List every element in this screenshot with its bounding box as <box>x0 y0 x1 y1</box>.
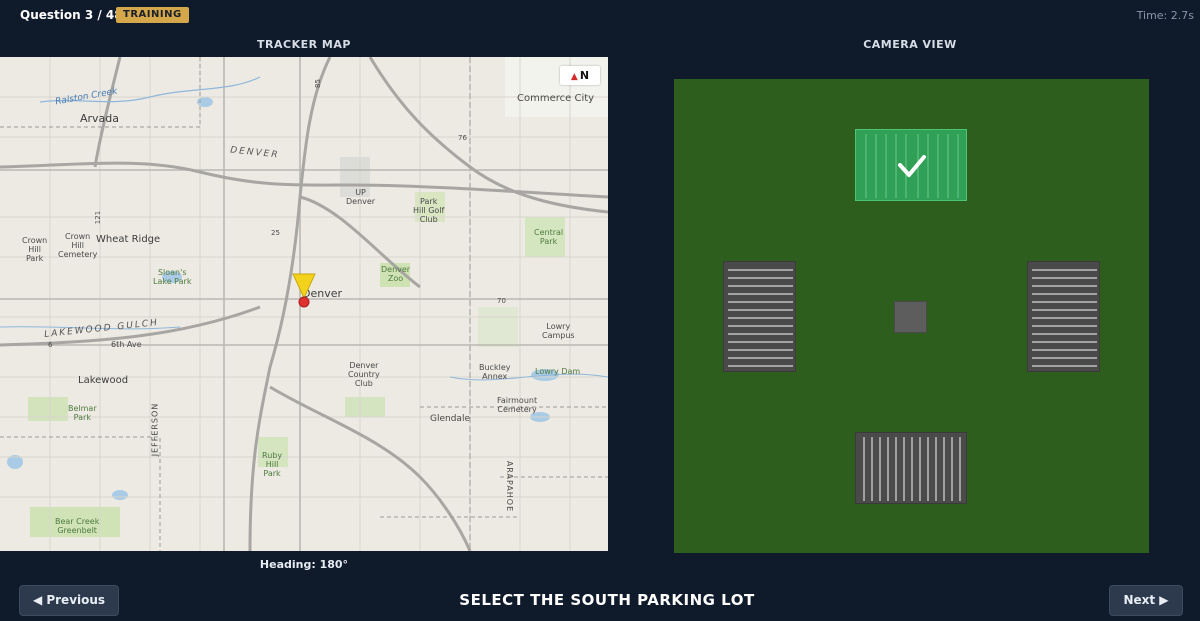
sports-field-selected[interactable] <box>855 129 967 201</box>
previous-button[interactable]: ◀ Previous <box>19 585 119 616</box>
camera-view <box>674 79 1149 553</box>
map-label-fairmount-cemetery: Fairmount Cemetery <box>497 396 538 414</box>
center-building <box>894 301 927 333</box>
map-label-route-76: 76 <box>458 134 467 142</box>
tracker-map-title: TRACKER MAP <box>257 38 351 51</box>
map-label-park-hill: Park Hill Golf Club <box>413 197 445 224</box>
map-label-arvada: Arvada <box>80 112 120 125</box>
tracker-map[interactable]: Ralston Creek Arvada Commerce City DENVE… <box>0 57 608 551</box>
position-marker-icon <box>292 273 316 308</box>
map-label-ruby-hill-park: Ruby Hill Park <box>262 451 283 478</box>
instruction-text: SELECT THE SOUTH PARKING LOT <box>459 591 755 609</box>
north-indicator: ▲ N <box>560 66 600 85</box>
map-label-bear-creek-greenbelt: Bear Creek Greenbelt <box>55 517 100 535</box>
map-label-route-25: 25 <box>271 229 280 237</box>
heading-readout: Heading: 180° <box>259 558 349 571</box>
map-label-route-121: 121 <box>94 210 103 225</box>
parking-lot-east[interactable] <box>1027 261 1100 372</box>
map-label-wheat-ridge: Wheat Ridge <box>96 234 161 245</box>
timer: Time: 2.7s <box>1136 9 1194 22</box>
map-label-route-70: 70 <box>497 297 506 305</box>
map-label-glendale: Glendale <box>430 414 470 424</box>
map-label-sloans-lake: Sloan's Lake Park <box>153 268 192 286</box>
parking-lot-south[interactable] <box>855 432 967 504</box>
training-badge: TRAINING <box>116 7 189 23</box>
map-label-route-6: 6 <box>48 341 53 349</box>
map-label-central-park: Central Park <box>534 228 564 246</box>
map-label-commerce-city: Commerce City <box>517 93 595 104</box>
map-label-crown-hill-park: Crown Hill Park <box>22 236 48 263</box>
parking-lot-west[interactable] <box>723 261 796 372</box>
map-label-jefferson: JEFFERSON <box>150 402 160 457</box>
map-label-up-denver: UP Denver <box>346 188 376 206</box>
map-label-lowry-campus: Lowry Campus <box>542 322 575 340</box>
checkmark-icon <box>898 155 926 177</box>
map-label-denver-country-club: Denver Country Club <box>348 361 380 388</box>
map-label-lowry-dam: Lowry Dam <box>535 367 581 376</box>
map-label-buckley-annex: Buckley Annex <box>479 363 511 381</box>
map-label-crown-hill-cemetery: Crown Hill Cemetery <box>58 232 98 259</box>
map-label-lakewood: Lakewood <box>78 375 129 386</box>
top-bar: Question 3 / 48 TRAINING Time: 2.7s <box>0 0 1200 30</box>
next-button[interactable]: Next ▶ <box>1109 585 1183 616</box>
map-label-route-85: 85 <box>313 79 322 88</box>
camera-view-title: CAMERA VIEW <box>863 38 957 51</box>
map-label-denver-zoo: Denver Zoo <box>381 265 411 283</box>
question-counter: Question 3 / 48 <box>20 8 123 22</box>
north-label: N <box>579 69 590 82</box>
map-label-belmar-park: Belmar Park <box>68 404 97 422</box>
north-arrow-icon: ▲ <box>570 72 578 82</box>
map-label-6th-ave: 6th Ave <box>111 340 142 349</box>
map-label-arapahoe: ARAPAHOE <box>505 460 515 513</box>
